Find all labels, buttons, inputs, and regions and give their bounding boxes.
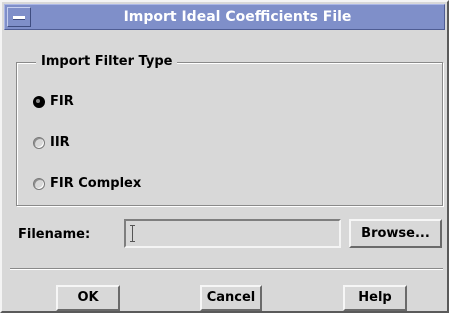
window-menu-button[interactable] bbox=[7, 7, 31, 27]
cancel-button-label: Cancel bbox=[206, 290, 256, 305]
filename-input[interactable] bbox=[124, 219, 341, 248]
radio-fir[interactable]: FIR bbox=[33, 92, 74, 112]
browse-button-label: Browse... bbox=[361, 226, 430, 241]
separator bbox=[10, 268, 443, 270]
window-menu-icon bbox=[13, 16, 25, 20]
ok-button-label: OK bbox=[77, 290, 99, 305]
radio-iir[interactable]: IIR bbox=[33, 133, 70, 153]
radio-iir-label: IIR bbox=[50, 135, 70, 150]
radio-unselected-icon[interactable] bbox=[33, 137, 45, 149]
window-title: Import Ideal Coefficients File bbox=[123, 9, 352, 25]
radio-selected-icon[interactable] bbox=[33, 96, 45, 108]
cancel-button[interactable]: Cancel bbox=[200, 285, 262, 311]
ok-button[interactable]: OK bbox=[56, 285, 120, 311]
radio-unselected-icon[interactable] bbox=[33, 178, 45, 190]
radio-fir-label: FIR bbox=[50, 94, 74, 109]
help-button-label: Help bbox=[358, 290, 392, 305]
radio-fir-complex-label: FIR Complex bbox=[50, 176, 142, 191]
filename-label: Filename: bbox=[18, 227, 91, 242]
text-cursor-icon bbox=[130, 225, 135, 242]
radio-fir-complex[interactable]: FIR Complex bbox=[33, 174, 141, 194]
help-button[interactable]: Help bbox=[343, 285, 407, 311]
browse-button[interactable]: Browse... bbox=[349, 219, 442, 248]
title-bar[interactable]: Import Ideal Coefficients File bbox=[4, 4, 445, 30]
filter-type-group-label: Import Filter Type bbox=[36, 53, 178, 71]
